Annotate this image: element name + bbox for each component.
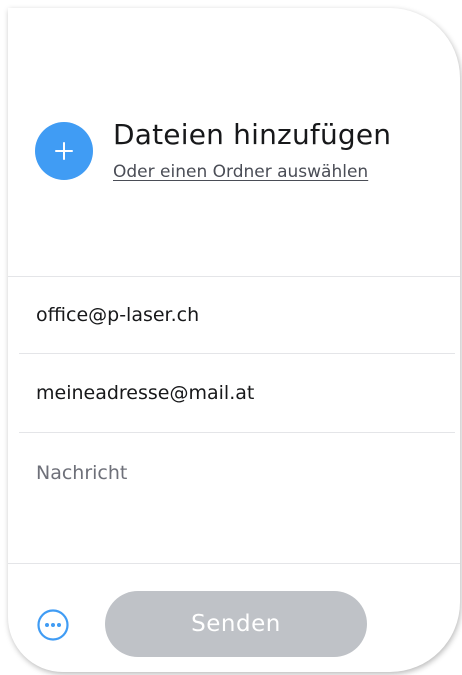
- add-files-title[interactable]: Dateien hinzufügen: [113, 118, 391, 151]
- sender-email-field[interactable]: meineadresse@mail.at: [36, 382, 254, 404]
- select-folder-link[interactable]: Oder einen Ordner auswählen: [113, 162, 368, 182]
- more-options-button[interactable]: [36, 608, 70, 642]
- divider: [8, 563, 460, 564]
- divider: [19, 353, 455, 354]
- divider: [19, 432, 455, 433]
- more-options-icon: [37, 609, 69, 641]
- transfer-panel: Dateien hinzufügen Oder einen Ordner aus…: [8, 8, 460, 672]
- plus-icon-vertical: [62, 142, 66, 160]
- add-files-area[interactable]: Dateien hinzufügen Oder einen Ordner aus…: [35, 118, 455, 198]
- message-field[interactable]: Nachricht: [36, 462, 127, 484]
- send-button[interactable]: Senden: [105, 591, 367, 657]
- add-files-button[interactable]: [35, 122, 93, 180]
- divider: [8, 276, 460, 277]
- recipient-email-field[interactable]: office@p-laser.ch: [36, 304, 199, 326]
